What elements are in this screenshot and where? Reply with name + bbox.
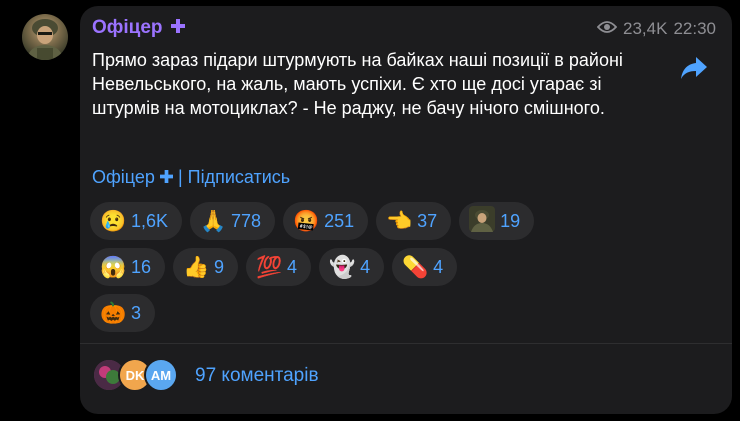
reaction-screaming[interactable]: 😱 16	[90, 248, 166, 286]
reaction-count: 9	[214, 256, 225, 277]
crying-face-icon: 😢	[100, 209, 127, 233]
author-name: Офіцер	[92, 17, 163, 38]
reaction-count: 778	[231, 210, 262, 231]
reaction-count: 16	[131, 256, 152, 277]
hundred-points-icon: 💯	[256, 255, 283, 279]
avatar: AM	[144, 358, 178, 392]
divider	[80, 343, 732, 344]
share-arrow-icon	[681, 57, 707, 79]
pill-icon: 💊	[402, 255, 429, 279]
folded-hands-icon: 🙏	[200, 209, 227, 233]
reaction-pray[interactable]: 🙏 778	[190, 202, 276, 240]
reaction-crying[interactable]: 😢 1,6K	[90, 202, 183, 240]
subscribe-link[interactable]: | Підписатись	[178, 167, 290, 188]
reaction-cursing[interactable]: 🤬 251	[283, 202, 369, 240]
reaction-count: 3	[131, 302, 142, 323]
comments-link[interactable]: 97 коментарів	[195, 365, 319, 387]
jack-o-lantern-icon: 🎃	[100, 301, 127, 325]
reaction-count: 1,6K	[131, 210, 169, 231]
channel-avatar-icon	[469, 206, 496, 236]
eye-icon	[596, 19, 618, 39]
reactions-panel: 😢 1,6K 🙏 778 🤬 251 👈 37 19 😱 16 👍 9 💯 4 👻 4 💊 4 🎃…	[90, 202, 690, 340]
reaction-pumpkin[interactable]: 🎃 3	[90, 294, 156, 332]
channel-avatar[interactable]	[22, 14, 68, 60]
reaction-pill[interactable]: 💊 4	[392, 248, 458, 286]
thumbs-up-icon: 👍	[183, 255, 210, 279]
ghost-icon: 👻	[329, 255, 356, 279]
reaction-pointing[interactable]: 👈 37	[376, 202, 452, 240]
post-meta: 23,4K 22:30	[596, 19, 716, 39]
cursing-face-icon: 🤬	[293, 209, 320, 233]
screaming-face-icon: 😱	[100, 255, 127, 279]
post-author[interactable]: Офіцер	[92, 17, 185, 39]
share-button[interactable]	[678, 52, 710, 84]
reaction-thumbs-up[interactable]: 👍 9	[173, 248, 239, 286]
view-count: 23,4K	[623, 19, 668, 38]
pointing-hand-icon: 👈	[386, 209, 413, 233]
reaction-count: 4	[433, 256, 444, 277]
commenter-avatars[interactable]: DK AM	[92, 358, 188, 392]
post-text: Прямо зараз підари штурмують на байках н…	[92, 50, 623, 118]
reaction-count: 4	[287, 256, 298, 277]
reaction-count: 19	[500, 210, 521, 231]
cross-icon	[170, 17, 185, 39]
reaction-ghost[interactable]: 👻 4	[319, 248, 385, 286]
reaction-count: 37	[417, 210, 438, 231]
cross-icon	[159, 167, 173, 188]
reaction-hundred[interactable]: 💯 4	[246, 248, 312, 286]
channel-subscribe-row[interactable]: Офіцер | Підписатись	[92, 167, 290, 188]
channel-name-link[interactable]: Офіцер	[92, 167, 155, 188]
reaction-count: 4	[360, 256, 371, 277]
post-time: 22:30	[673, 19, 716, 38]
reaction-channel-avatar[interactable]: 19	[459, 202, 535, 240]
reaction-count: 251	[324, 210, 355, 231]
